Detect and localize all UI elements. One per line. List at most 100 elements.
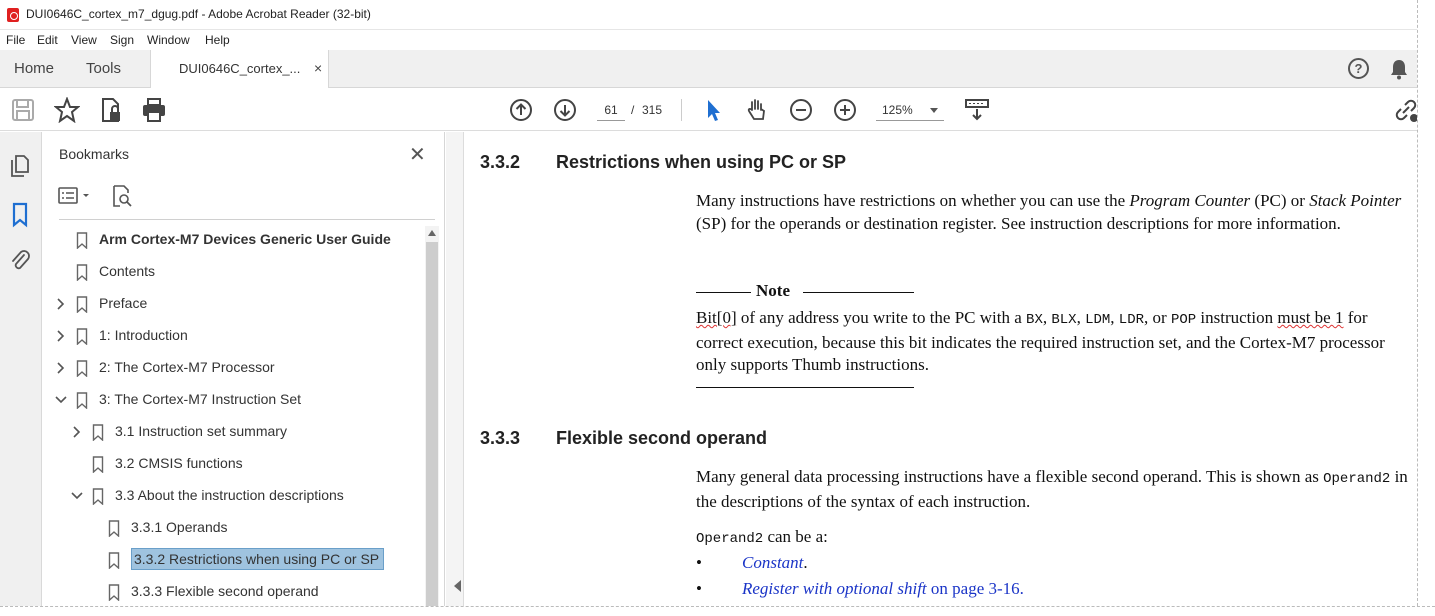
share-link-icon[interactable] (1393, 97, 1419, 123)
acrobat-app-icon (7, 8, 19, 22)
window-title: DUI0646C_cortex_m7_dgug.pdf - Adobe Acro… (26, 7, 371, 21)
tab-tools[interactable]: Tools (86, 50, 121, 88)
bookmark-icon (76, 264, 88, 281)
tab-home[interactable]: Home (14, 50, 54, 88)
save-icon[interactable] (10, 97, 36, 123)
bookmark-icon (76, 328, 88, 345)
bookmark-label: Arm Cortex-M7 Devices Generic User Guide (99, 231, 391, 247)
section-number: 3.3.2 (480, 152, 521, 172)
bookmark-label: 3.3.1 Operands (131, 519, 228, 535)
list-item: Register with optional shift on page 3-1… (742, 579, 1024, 598)
bullet: • (696, 579, 702, 598)
menu-sign[interactable]: Sign (110, 33, 134, 47)
print-icon[interactable] (141, 97, 167, 123)
toolbar-divider (681, 99, 682, 121)
bookmark-icon (76, 392, 88, 409)
paragraph: Operand2 can be a: (696, 527, 828, 547)
bookmark-item[interactable]: 3.2 CMSIS functions (43, 450, 425, 478)
bookmark-item[interactable]: 3.1 Instruction set summary (43, 418, 425, 446)
menu-window[interactable]: Window (147, 33, 190, 47)
chevron-down-icon[interactable] (54, 393, 68, 407)
chevron-down-icon[interactable] (70, 489, 84, 503)
section-title: Restrictions when using PC or SP (556, 152, 847, 172)
bookmark-label: 3.2 CMSIS functions (115, 455, 243, 471)
bookmark-item[interactable]: Preface (43, 290, 425, 318)
scrollbar-thumb[interactable] (426, 242, 438, 616)
bookmark-options-button[interactable] (57, 184, 95, 208)
note-end-rule (696, 387, 914, 388)
bookmark-scrollbar[interactable] (425, 226, 439, 616)
bookmark-item[interactable]: Contents (43, 258, 425, 286)
zoom-level-select[interactable]: 125% (876, 99, 944, 121)
bookmark-icon (76, 232, 88, 249)
page-separator: / (631, 103, 635, 117)
bookmark-icon (76, 360, 88, 377)
bookmark-item[interactable]: 3: The Cortex-M7 Instruction Set (43, 386, 425, 414)
next-page-icon[interactable] (552, 97, 578, 123)
bookmark-item[interactable]: Arm Cortex-M7 Devices Generic User Guide (43, 226, 425, 254)
bookmark-icon (92, 424, 104, 441)
bookmark-icon (108, 552, 120, 569)
close-icon[interactable]: ✕ (409, 142, 426, 167)
tab-bar: Home Tools DUI0646C_cortex_... × (0, 50, 1435, 88)
zoom-in-icon[interactable] (832, 97, 858, 123)
star-icon[interactable] (54, 97, 80, 123)
chevron-right-icon[interactable] (70, 425, 84, 439)
link-constant[interactable]: Constant (742, 553, 803, 572)
chevron-down-icon (930, 108, 938, 113)
bookmark-label: 3.3.2 Restrictions when using PC or SP (131, 548, 385, 570)
bookmark-item[interactable]: 3.3 About the instruction descriptions (43, 482, 425, 510)
tab-document[interactable]: DUI0646C_cortex_... × (150, 50, 329, 88)
menu-bar: File Edit View Sign Window Help (0, 30, 1435, 50)
page-total: 315 (642, 103, 663, 117)
page-number-input[interactable]: 61 (597, 99, 625, 121)
bookmark-item[interactable]: 3.3.3 Flexible second operand (43, 578, 425, 606)
scrolling-mode-icon[interactable] (964, 97, 990, 123)
document-view[interactable]: 3.3.2 Restrictions when using PC or SP M… (465, 132, 1417, 616)
note-paragraph: Bit[0] of any address you write to the P… (696, 308, 1385, 375)
page-thumbnails-icon[interactable] (8, 154, 32, 180)
section-number: 3.3.3 (480, 428, 521, 448)
notification-bell-icon[interactable] (1389, 58, 1409, 80)
chevron-right-icon[interactable] (54, 329, 68, 343)
bookmark-item[interactable]: 1: Introduction (43, 322, 425, 350)
paragraph: Many general data processing instruction… (696, 467, 1408, 511)
panel-splitter[interactable] (446, 132, 464, 616)
bullet: • (696, 553, 702, 572)
link-register-with-optional-shift[interactable]: Register with optional shift (742, 579, 927, 598)
bookmarks-panel: Bookmarks ✕ Arm Cortex-M7 Devices Generi… (43, 132, 445, 616)
hand-tool-icon[interactable] (744, 97, 770, 123)
chevron-right-icon[interactable] (54, 361, 68, 375)
bookmarks-icon[interactable] (8, 202, 32, 228)
zoom-level-value: 125% (882, 103, 913, 117)
bookmark-item[interactable]: 2: The Cortex-M7 Processor (43, 354, 425, 382)
note-rule (696, 292, 751, 293)
chevron-right-icon[interactable] (54, 297, 68, 311)
close-tab-icon[interactable]: × (314, 60, 322, 76)
menu-help[interactable]: Help (205, 33, 230, 47)
protect-document-icon[interactable] (98, 97, 124, 123)
paragraph: Many instructions have restrictions on w… (696, 191, 1402, 233)
previous-page-icon[interactable] (508, 97, 534, 123)
menu-edit[interactable]: Edit (37, 33, 58, 47)
menu-view[interactable]: View (71, 33, 97, 47)
bookmark-item[interactable]: 3.3.2 Restrictions when using PC or SP (43, 546, 425, 574)
select-tool-icon[interactable] (700, 97, 726, 123)
bookmark-label: Contents (99, 263, 156, 279)
menu-file[interactable]: File (6, 33, 25, 47)
attachments-icon[interactable] (8, 247, 32, 273)
bookmark-label: 1: Introduction (99, 327, 188, 343)
bookmark-icon (92, 456, 104, 473)
zoom-out-icon[interactable] (788, 97, 814, 123)
title-bar: DUI0646C_cortex_m7_dgug.pdf - Adobe Acro… (0, 0, 1435, 30)
collapse-panel-icon[interactable] (454, 580, 461, 592)
bookmark-item[interactable]: 3.3.1 Operands (43, 514, 425, 542)
bookmark-icon (92, 488, 104, 505)
bookmark-label: 2: The Cortex-M7 Processor (99, 359, 275, 375)
scroll-up-icon[interactable] (428, 230, 436, 236)
section-title: Flexible second operand (556, 428, 768, 448)
bookmarks-toolbar-divider (59, 219, 435, 220)
help-icon[interactable]: ? (1348, 58, 1369, 79)
find-current-bookmark-icon[interactable] (111, 184, 133, 208)
bookmark-icon (76, 296, 88, 313)
